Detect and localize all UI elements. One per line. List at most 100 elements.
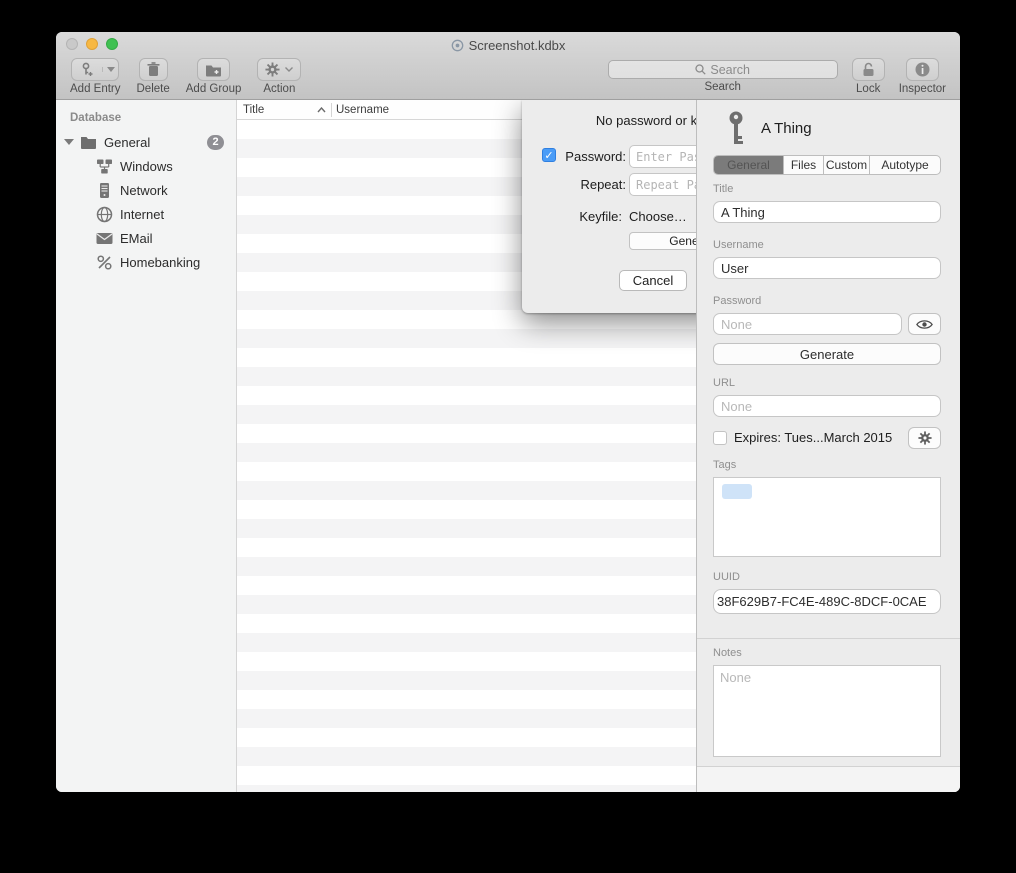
add-entry-button[interactable] [71,58,119,81]
percent-icon [96,254,113,271]
keyfile-label: Keyfile: [558,209,622,224]
entry-list-panel: Title Username No password or keyfile su… [237,100,696,792]
sidebar-item-network[interactable]: Network [56,178,236,202]
search-placeholder: Search [710,63,750,77]
inspector-footer [697,766,960,792]
sidebar-item-label: General [104,135,150,150]
app-window: Screenshot.kdbx [56,32,960,792]
inspector-button[interactable] [906,58,939,81]
inspector-group: Inspector [899,58,946,99]
expires-settings-button[interactable] [908,427,941,449]
reveal-password-button[interactable] [908,313,941,335]
add-group-label: Add Group [186,83,242,95]
title-label: Title [713,183,733,195]
tab-files[interactable]: Files [784,156,824,174]
sidebar-item-email[interactable]: EMail [56,226,236,250]
change-password-dialog: No password or keyfile supplied! Passwor… [522,100,696,313]
tags-box[interactable] [713,477,941,557]
trash-icon [147,62,160,77]
folder-plus-icon [205,63,222,77]
lock-group: Lock [852,58,885,99]
generate-keyfile-button[interactable]: Generate Keyfile [629,232,696,250]
sidebar-item-label: EMail [120,231,153,246]
sidebar-item-label: Windows [120,159,173,174]
window-header: Screenshot.kdbx [56,32,960,100]
content-area: Database General 2 Win [56,100,960,792]
chevron-down-icon [107,67,115,72]
entry-count-badge: 2 [207,135,224,150]
entry-title: A Thing [761,120,812,137]
key-icon [725,110,747,146]
add-entry-label: Add Entry [70,83,121,95]
search-group: Search Search [608,58,838,99]
gear-icon [918,431,932,445]
workgroup-icon [96,158,113,175]
tab-custom[interactable]: Custom [824,156,870,174]
search-label: Search [704,81,740,93]
lock-label: Lock [856,83,880,95]
sort-ascending-icon [317,107,326,113]
sidebar-item-label: Homebanking [120,255,200,270]
disclosure-triangle-icon[interactable] [64,139,74,145]
sidebar-item-homebanking[interactable]: Homebanking [56,250,236,274]
repeat-label: Repeat: [558,177,626,192]
envelope-icon [96,230,113,247]
url-field[interactable] [713,395,941,417]
password-label: Password: [558,149,626,164]
delete-group: Delete [137,58,170,99]
notes-field[interactable] [713,665,941,757]
lock-button[interactable] [852,58,885,81]
delete-button[interactable] [139,58,168,81]
sidebar-item-internet[interactable]: Internet [56,202,236,226]
folder-icon [80,134,97,151]
add-entry-dropdown[interactable] [102,67,118,72]
inspector-panel: A Thing General Files Custom Autotype Ti… [696,100,960,792]
gear-icon [265,62,280,77]
inspector-tabs: General Files Custom Autotype [713,155,941,175]
window-title: Screenshot.kdbx [469,38,566,53]
inspector-label: Inspector [899,83,946,95]
cancel-button[interactable]: Cancel [619,270,687,291]
server-icon [96,182,113,199]
password-input[interactable] [629,145,696,168]
expires-row: Expires: Tues...March 2015 [713,430,892,445]
sidebar-item-general[interactable]: General 2 [56,130,236,154]
key-plus-icon [72,62,102,77]
title-field[interactable] [713,201,941,223]
notes-label: Notes [713,647,742,659]
repeat-input[interactable] [629,173,696,196]
globe-icon [96,206,113,223]
password-label: Password [713,295,761,307]
sidebar-item-label: Network [120,183,168,198]
action-label: Action [263,83,295,95]
tag-pill[interactable] [722,484,752,499]
username-field[interactable] [713,257,941,279]
database-file-icon [451,39,464,52]
username-label: Username [713,239,764,251]
sidebar-item-windows[interactable]: Windows [56,154,236,178]
password-checkbox[interactable] [542,148,556,162]
dialog-message: No password or keyfile supplied! [522,113,696,128]
expires-label: Expires: Tues...March 2015 [734,430,892,445]
tab-autotype[interactable]: Autotype [870,156,940,174]
password-field[interactable] [713,313,902,335]
action-button[interactable] [257,58,301,81]
tab-general[interactable]: General [714,156,784,174]
add-entry-group: Add Entry [70,58,121,99]
search-input[interactable]: Search [608,60,838,79]
generate-password-button[interactable]: Generate [713,343,941,365]
sidebar: Database General 2 Win [56,100,237,792]
add-group-group: Add Group [186,58,242,99]
column-header-title[interactable]: Title [237,104,331,116]
eye-icon [916,319,933,330]
divider [697,638,960,639]
tags-label: Tags [713,459,736,471]
expires-checkbox[interactable] [713,431,727,445]
keyfile-popup[interactable]: Choose… [629,205,696,227]
add-group-button[interactable] [197,58,230,81]
uuid-field[interactable] [713,589,941,614]
url-label: URL [713,377,735,389]
uuid-label: UUID [713,571,740,583]
sidebar-item-label: Internet [120,207,164,222]
search-icon [695,64,706,75]
